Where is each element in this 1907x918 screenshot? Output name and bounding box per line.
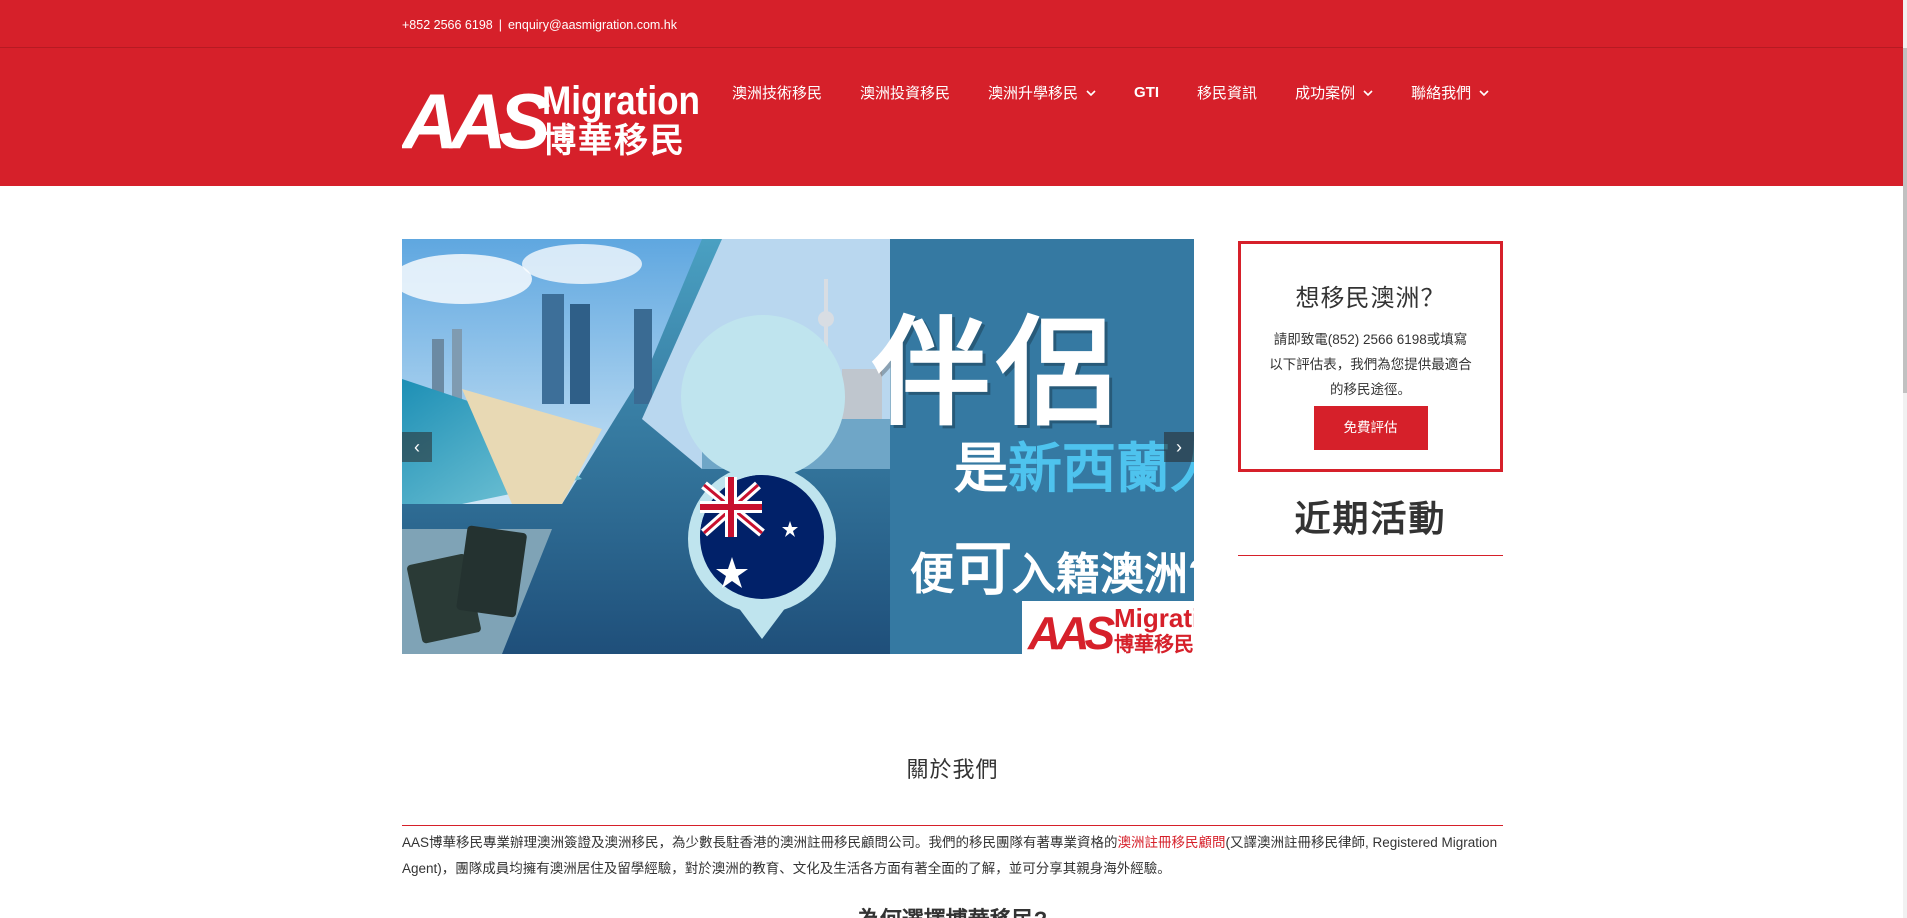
chevron-down-icon [1479, 89, 1489, 96]
nav-item-6[interactable]: 聯絡我們 [1411, 82, 1489, 103]
contact-info: +852 2566 6198 | enquiry@aasmigration.co… [402, 18, 677, 32]
assessment-cta-box: 想移民澳洲？ 請即致電(852) 2566 6198或填寫以下評估表，我們為您提… [1238, 241, 1503, 472]
nav-item-label: 成功案例 [1295, 85, 1356, 102]
nav-item-2[interactable]: 澳洲升學移民 [988, 82, 1096, 103]
nav-item-label: 澳洲投資移民 [860, 85, 951, 102]
nav-item-label: GTI [1134, 84, 1160, 101]
about-title: 關於我們 [906, 757, 999, 782]
about-paragraph: AAS博華移民專業辦理澳洲簽證及澳洲移民，為少數長駐香港的澳洲註冊移民顧問公司。… [402, 830, 1503, 882]
banner-question: 便可入籍澳洲? [910, 522, 1194, 606]
nav-item-label: 澳洲升學移民 [988, 85, 1079, 102]
nav-item-label: 澳洲技術移民 [732, 85, 823, 102]
about-divider [402, 825, 1503, 826]
banner-logo-en: Migration [1114, 603, 1194, 633]
registered-agent-link[interactable]: 澳洲註冊移民顧問 [1118, 835, 1226, 850]
cta-text: 請即致電(852) 2566 6198或填寫以下評估表，我們為您提供最適合的移民… [1269, 332, 1472, 397]
logo-letters: AAS [402, 78, 551, 158]
recent-events-title: 近期活動 [1294, 498, 1447, 539]
nav-item-label: 聯絡我們 [1411, 85, 1472, 102]
nav-item-4[interactable]: 移民資訊 [1197, 82, 1257, 103]
contact-separator: | [498, 18, 502, 32]
why-choose-title: 為何選擇博華移民? [402, 902, 1503, 918]
chevron-down-icon [1086, 89, 1096, 96]
chevron-left-icon: ‹ [414, 436, 420, 457]
nav-item-0[interactable]: 澳洲技術移民 [732, 82, 822, 103]
email-link[interactable]: enquiry@aasmigration.com.hk [508, 18, 677, 32]
logo-brand-en: Migration [542, 79, 700, 123]
hero-slider: 伴侶 是新西蘭人 便可入籍澳洲? AAS Migration 博華移民 ‹ › [402, 239, 1194, 654]
banner-logo-letters: AAS [1027, 607, 1115, 654]
free-assessment-button[interactable]: 免費評估 [1313, 406, 1428, 450]
banner-question-prefix: 便 [910, 550, 954, 599]
banner-question-big: 可 [954, 537, 1013, 602]
chevron-down-icon [1363, 89, 1373, 96]
slider-next-button[interactable]: › [1164, 432, 1194, 462]
phone-link[interactable]: +852 2566 6198 [402, 18, 493, 32]
about-text-part1: AAS博華移民專業辦理澳洲簽證及澳洲移民，為少數長駐香港的澳洲註冊移民顧問公司。… [402, 835, 1118, 850]
nav-item-3[interactable]: GTI [1134, 84, 1159, 101]
chevron-right-icon: › [1176, 436, 1182, 457]
slider-prev-button[interactable]: ‹ [402, 432, 432, 462]
logo-brand-zh: 博華移民 [542, 121, 686, 158]
banner-logo-zh: 博華移民 [1114, 632, 1194, 654]
cta-title: 想移民澳洲？ [1295, 285, 1446, 312]
site-logo[interactable]: AAS Migration 博華移民 [402, 78, 702, 158]
site-header: AAS Migration 博華移民 澳洲技術移民 澳洲投資移民 澳洲升學移民 GTI… [0, 48, 1903, 186]
banner-subline: 是新西蘭人 [954, 424, 1194, 503]
nav-item-1[interactable]: 澳洲投資移民 [860, 82, 950, 103]
nav-item-label: 移民資訊 [1197, 85, 1258, 102]
nav-item-5[interactable]: 成功案例 [1295, 82, 1373, 103]
page-scrollbar-thumb[interactable] [1903, 48, 1907, 393]
events-divider [1238, 555, 1503, 556]
main-navigation: 澳洲技術移民 澳洲投資移民 澳洲升學移民 GTI 移民資訊 成功案例 聯絡我們 [732, 82, 1489, 103]
top-contact-bar: +852 2566 6198 | enquiry@aasmigration.co… [0, 0, 1903, 48]
banner-logo: AAS Migration 博華移民 [1022, 601, 1194, 654]
banner-subline-prefix: 是 [954, 439, 1008, 499]
banner-headline: 伴侶 [872, 308, 1121, 440]
banner-question-suffix: 入籍澳洲? [1012, 550, 1194, 599]
